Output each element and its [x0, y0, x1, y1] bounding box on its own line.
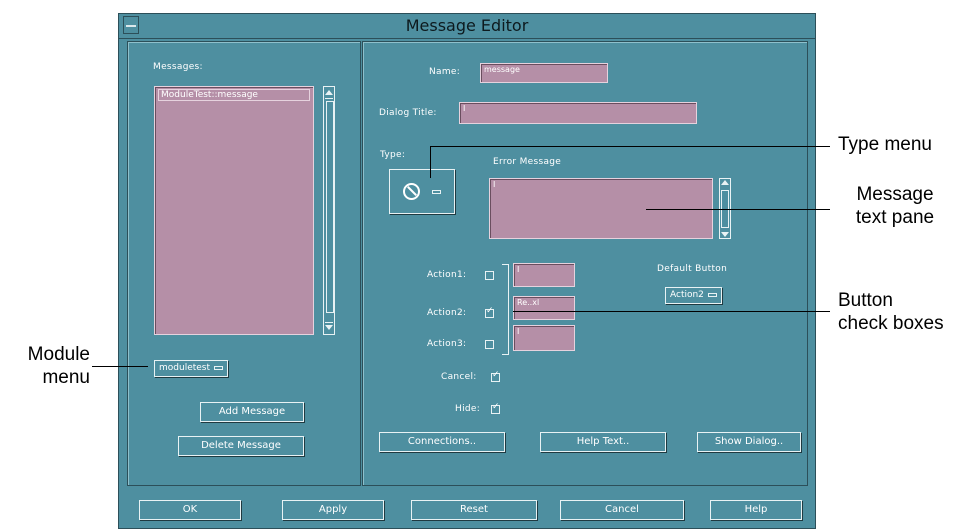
- module-menu-callout-line2: menu: [42, 367, 90, 388]
- window-title: Message Editor: [405, 16, 529, 35]
- scroll-down-icon[interactable]: [325, 322, 333, 333]
- title-bar[interactable]: Message Editor: [119, 14, 815, 39]
- type-menu[interactable]: [389, 169, 455, 214]
- checkbox-callout-line2: check boxes: [838, 313, 944, 334]
- hide-label: Hide:: [455, 404, 481, 414]
- checkbox-callout: Button check boxes: [838, 289, 944, 335]
- module-menu-leader-line: [92, 366, 148, 367]
- apply-button[interactable]: Apply: [282, 500, 384, 520]
- message-pane-callout-line1: Message: [856, 184, 934, 205]
- cancel-checkbox[interactable]: [491, 370, 500, 382]
- help-button[interactable]: Help: [710, 500, 802, 520]
- messages-label: Messages:: [153, 62, 203, 72]
- action3-checkbox[interactable]: [485, 340, 494, 349]
- default-menu-mark-icon: [707, 292, 717, 297]
- messages-panel: Messages: ModuleTest::message moduletest…: [127, 41, 361, 486]
- messages-scrollbar[interactable]: [323, 86, 335, 335]
- action1-checkbox[interactable]: [485, 271, 494, 280]
- module-menu-callout: Module menu: [8, 343, 90, 389]
- scroll-thumb[interactable]: [326, 101, 334, 313]
- action1-field[interactable]: I: [513, 263, 575, 287]
- ok-button[interactable]: OK: [139, 500, 241, 520]
- module-menu-label: moduletest: [159, 363, 211, 373]
- name-field[interactable]: message: [480, 63, 608, 83]
- message-pane-callout-line2: text pane: [855, 207, 935, 228]
- action3-label: Action3:: [427, 339, 467, 349]
- message-list-item[interactable]: ModuleTest::message: [158, 89, 310, 101]
- type-menu-mark-icon: [432, 190, 441, 194]
- name-label: Name:: [429, 67, 461, 77]
- message-editor-window: Message Editor Messages: ModuleTest::mes…: [118, 13, 816, 529]
- reset-button[interactable]: Reset: [411, 500, 537, 520]
- connections-button[interactable]: Connections..: [379, 432, 505, 452]
- action2-field[interactable]: Re..xl: [513, 296, 575, 320]
- message-pane-callout: Message text pane: [840, 183, 950, 229]
- message-properties-panel: Name: message Dialog Title: I Type: Erro…: [362, 41, 808, 486]
- menu-mark-icon: [214, 365, 224, 370]
- default-button-menu[interactable]: Action2: [665, 287, 722, 304]
- type-label: Type:: [380, 150, 406, 160]
- cancel-button[interactable]: Cancel: [560, 500, 684, 520]
- no-entry-icon: [403, 183, 420, 200]
- hide-checkbox[interactable]: [491, 402, 500, 414]
- show-dialog-button[interactable]: Show Dialog..: [697, 432, 801, 452]
- type-menu-leader-line: [430, 146, 830, 147]
- error-message-label: Error Message: [493, 157, 562, 167]
- default-button-value: Action2: [670, 290, 704, 300]
- dialog-title-label: Dialog Title:: [379, 108, 437, 118]
- type-menu-leader-vertical: [430, 146, 431, 178]
- cancel-label: Cancel:: [441, 372, 477, 382]
- messages-list[interactable]: ModuleTest::message: [154, 86, 314, 335]
- action-bracket: [502, 264, 509, 355]
- type-menu-callout: Type menu: [838, 134, 932, 155]
- message-pane-leader-line: [646, 209, 830, 210]
- checkbox-callout-line1: Button: [838, 290, 893, 311]
- module-menu-callout-line1: Module: [27, 344, 90, 365]
- action2-label: Action2:: [427, 308, 467, 318]
- action1-label: Action1:: [427, 270, 467, 280]
- default-button-label: Default Button: [657, 264, 728, 274]
- action3-field[interactable]: I: [513, 325, 575, 351]
- action2-checkbox[interactable]: [485, 306, 494, 318]
- add-message-button[interactable]: Add Message: [200, 402, 304, 422]
- help-text-button[interactable]: Help Text..: [540, 432, 666, 452]
- text-scroll-down-icon[interactable]: [721, 232, 729, 237]
- delete-message-button[interactable]: Delete Message: [178, 436, 304, 456]
- module-menu[interactable]: moduletest: [154, 360, 229, 377]
- scroll-up-icon[interactable]: [325, 88, 333, 99]
- checkbox-leader-line: [513, 311, 830, 312]
- text-scroll-up-icon[interactable]: [721, 180, 729, 185]
- dialog-title-field[interactable]: I: [459, 102, 697, 124]
